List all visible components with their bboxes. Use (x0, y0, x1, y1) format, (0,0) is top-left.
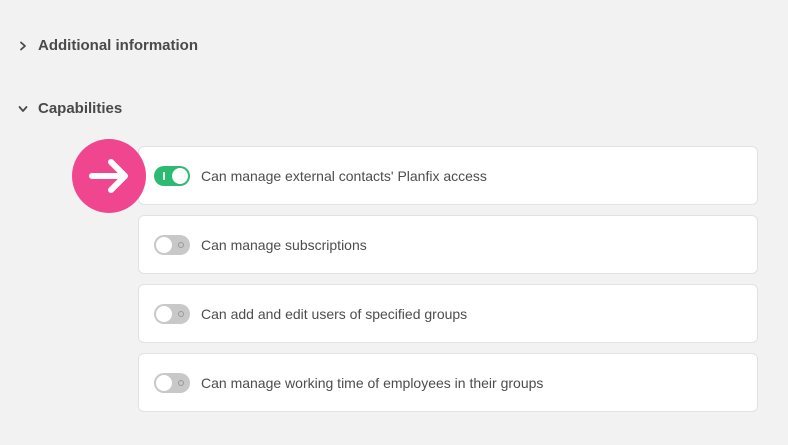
capability-label: Can manage subscriptions (201, 236, 367, 253)
toggle-switch-off[interactable] (154, 372, 190, 393)
arrow-right-icon (89, 159, 128, 193)
capability-row-edit-users-groups: Can add and edit users of specified grou… (138, 284, 758, 343)
chevron-right-icon (16, 39, 30, 53)
toggle-switch-on[interactable] (154, 165, 190, 186)
capability-label: Can manage working time of employees in … (201, 374, 544, 391)
toggle-switch-off[interactable] (154, 234, 190, 255)
toggle-knob (156, 374, 172, 391)
capability-label: Can manage external contacts' Planfix ac… (201, 167, 487, 184)
capability-row-subscriptions: Can manage subscriptions (138, 215, 758, 274)
capability-row-external-contacts-access: Can manage external contacts' Planfix ac… (138, 146, 758, 205)
toggle-off-mark (178, 379, 184, 386)
capability-row-working-time: Can manage working time of employees in … (138, 353, 758, 412)
capability-label: Can add and edit users of specified grou… (201, 305, 468, 322)
section-capabilities[interactable]: Capabilities (16, 100, 122, 117)
toggle-on-mark (163, 171, 165, 180)
toggle-knob (172, 167, 188, 184)
section-title: Capabilities (38, 100, 123, 117)
toggle-off-mark (178, 241, 184, 248)
section-additional-information[interactable]: Additional information (16, 37, 198, 54)
toggle-off-mark (178, 310, 184, 317)
section-title: Additional information (38, 37, 198, 54)
toggle-knob (156, 236, 172, 253)
chevron-down-icon (16, 102, 30, 116)
toggle-knob (156, 305, 172, 322)
pointer-badge (72, 139, 146, 213)
toggle-switch-off[interactable] (154, 303, 190, 324)
